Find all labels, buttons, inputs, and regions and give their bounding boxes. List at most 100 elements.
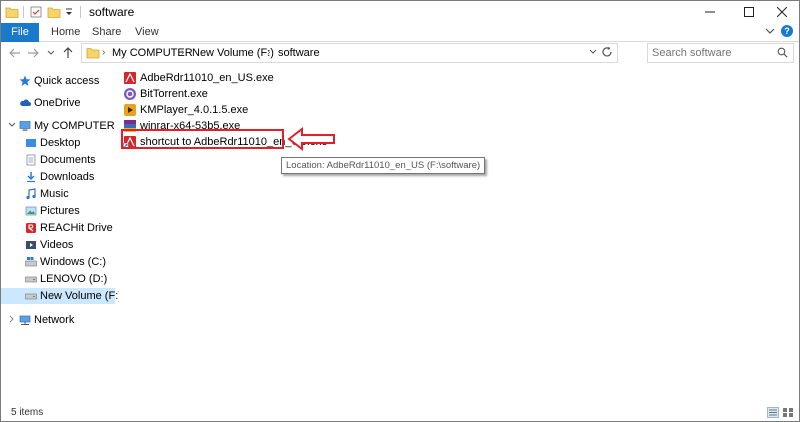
chevron-down-icon <box>8 122 16 127</box>
forward-arrow-icon <box>28 48 39 58</box>
pictures-folder-icon <box>25 206 37 216</box>
minimize-button[interactable] <box>693 1 727 23</box>
downloads-folder-icon <box>27 172 35 183</box>
documents-folder-icon <box>26 154 36 166</box>
bittorrent-icon <box>124 88 136 100</box>
window-title: software <box>89 5 135 19</box>
reachit-drive-icon <box>26 223 36 233</box>
network-icon <box>19 315 31 325</box>
sidebar-item-network[interactable]: Network <box>1 312 115 328</box>
sidebar-item-label: Network <box>34 314 75 326</box>
folder-icon <box>5 7 19 18</box>
recent-locations-button[interactable] <box>43 44 59 62</box>
search-box[interactable] <box>647 43 794 63</box>
breadcrumb-new-volume[interactable]: New Volume (F:) <box>192 47 274 59</box>
file-item-adobe-reader[interactable]: AdbeRdr11010_en_US.exe <box>123 70 274 86</box>
address-bar[interactable]: › My COMPUTER › New Volume (F:) › softwa… <box>81 43 618 63</box>
sidebar-item-label: REACHit Drive <box>40 222 113 234</box>
title-bar: software <box>1 1 799 23</box>
file-explorer-window: software File Home Share View ? › My COM… <box>0 0 800 422</box>
sidebar-item-onedrive[interactable]: OneDrive <box>1 95 115 111</box>
sidebar-item-documents[interactable]: Documents <box>1 152 115 168</box>
navigation-bar: › My COMPUTER › New Volume (F:) › softwa… <box>1 42 799 64</box>
properties-icon[interactable] <box>29 5 43 19</box>
help-button[interactable]: ? <box>781 25 793 37</box>
music-folder-icon <box>26 188 36 200</box>
windows-drive-icon <box>25 257 37 267</box>
file-item-kmplayer[interactable]: KMPlayer_4.0.1.5.exe <box>123 102 248 118</box>
sidebar-item-lenovo-d[interactable]: LENOVO (D:) <box>1 271 115 287</box>
tab-file[interactable]: File <box>1 23 39 42</box>
up-button[interactable] <box>60 44 76 62</box>
breadcrumb-separator[interactable]: › <box>181 47 184 58</box>
breadcrumb-separator[interactable]: › <box>102 47 105 58</box>
expand-ribbon-button[interactable] <box>765 27 775 37</box>
sidebar-item-label: New Volume (F:) <box>40 290 122 302</box>
new-folder-icon[interactable] <box>47 5 61 19</box>
videos-folder-icon <box>26 241 36 249</box>
close-icon <box>777 7 787 17</box>
chevron-right-icon <box>9 315 14 323</box>
cloud-icon <box>20 99 31 106</box>
refresh-icon <box>602 46 612 57</box>
navigation-pane: Quick access OneDrive My COMPUTER Deskto… <box>1 65 122 405</box>
sidebar-item-windows-c[interactable]: Windows (C:) <box>1 254 115 270</box>
sidebar-item-reachit-drive[interactable]: REACHit Drive <box>1 220 115 236</box>
drive-icon <box>25 293 37 300</box>
forward-button[interactable] <box>25 44 41 62</box>
sidebar-item-label: My COMPUTER <box>34 120 115 132</box>
refresh-button[interactable] <box>601 46 613 61</box>
sidebar-item-videos[interactable]: Videos <box>1 237 115 253</box>
breadcrumb-separator[interactable]: › <box>267 47 270 58</box>
kmplayer-icon <box>124 104 136 116</box>
up-arrow-icon <box>63 47 73 58</box>
maximize-icon <box>744 7 754 17</box>
ribbon-tabs: File Home Share View ? <box>1 23 799 42</box>
sidebar-item-quick-access[interactable]: Quick access <box>1 73 115 89</box>
annotation-arrow-icon <box>287 126 335 152</box>
expand-chevron-icon[interactable] <box>8 121 16 131</box>
sidebar-item-label: Documents <box>40 154 96 166</box>
file-name: BitTorrent.exe <box>140 88 208 100</box>
search-input[interactable] <box>652 46 772 60</box>
file-name: KMPlayer_4.0.1.5.exe <box>140 104 249 116</box>
item-count: 5 items <box>11 407 44 418</box>
sidebar-item-label: Music <box>40 188 69 200</box>
computer-icon <box>19 121 31 131</box>
expand-chevron-icon[interactable] <box>8 315 16 325</box>
close-button[interactable] <box>765 1 799 23</box>
location-tooltip: Location: AdbeRdr11010_en_US (F:\softwar… <box>281 157 486 174</box>
adobe-reader-icon <box>124 72 136 84</box>
large-icons-view-icon[interactable] <box>782 407 794 418</box>
customize-toolbar-icon[interactable] <box>64 5 74 19</box>
sidebar-item-label: Pictures <box>40 205 80 217</box>
sidebar-item-music[interactable]: Music <box>1 186 115 202</box>
search-icon <box>777 47 788 58</box>
sidebar-item-label: Windows (C:) <box>40 256 107 268</box>
file-item-bittorrent[interactable]: BitTorrent.exe <box>123 86 208 102</box>
folder-icon <box>86 48 100 59</box>
sidebar-item-new-volume-f[interactable]: New Volume (F:) <box>1 288 122 304</box>
tab-share[interactable]: Share <box>82 23 131 42</box>
details-view-icon[interactable] <box>767 407 779 418</box>
sidebar-item-downloads[interactable]: Downloads <box>1 169 115 185</box>
drive-icon <box>25 276 37 283</box>
help-icon: ? <box>784 26 790 36</box>
breadcrumb-software[interactable]: software <box>278 47 320 59</box>
sidebar-item-my-computer[interactable]: My COMPUTER <box>1 118 115 134</box>
address-history-button[interactable] <box>589 47 597 57</box>
file-name: AdbeRdr11010_en_US.exe <box>140 72 274 84</box>
toolbar-divider <box>80 6 81 18</box>
annotation-highlight-box <box>121 129 284 149</box>
sidebar-item-pictures[interactable]: Pictures <box>1 203 115 219</box>
sidebar-item-label: Desktop <box>40 137 81 149</box>
sidebar-item-label: Videos <box>40 239 74 251</box>
back-button[interactable] <box>7 44 23 62</box>
maximize-button[interactable] <box>732 1 766 23</box>
back-arrow-icon <box>9 48 20 58</box>
tab-view[interactable]: View <box>125 23 169 42</box>
status-bar: 5 items <box>1 405 799 421</box>
sidebar-item-desktop[interactable]: Desktop <box>1 135 115 151</box>
minimize-icon <box>705 11 715 13</box>
sidebar-item-label: Quick access <box>34 75 100 87</box>
